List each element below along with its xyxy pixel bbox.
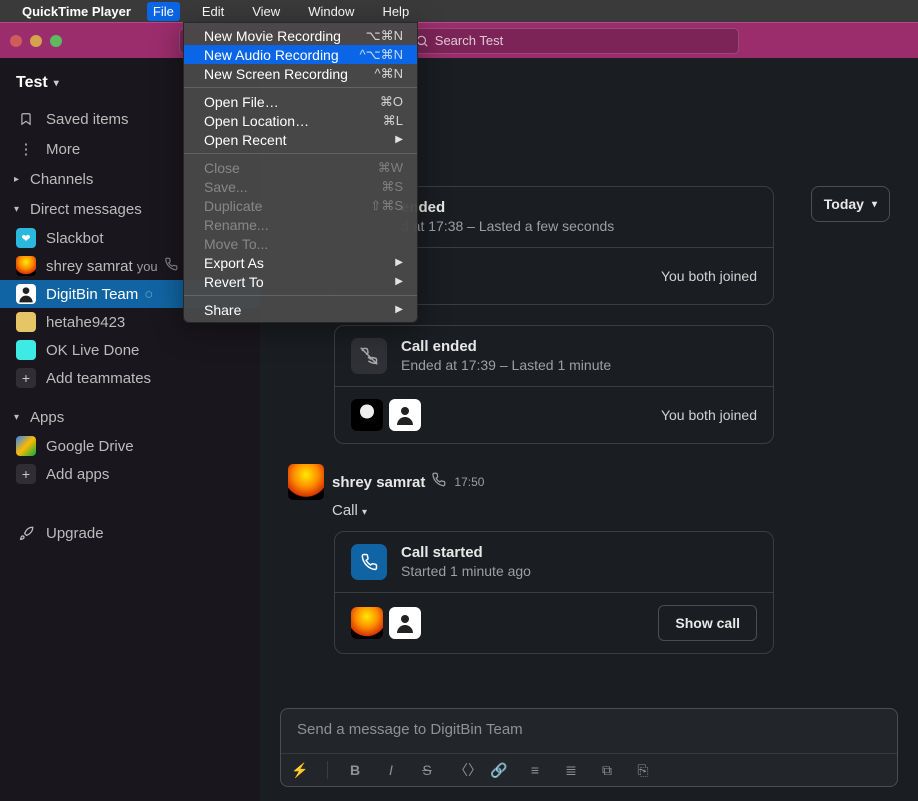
app-google-drive[interactable]: Google Drive [0,432,260,460]
call-card-active: Call started Started 1 minute ago Show c… [334,531,774,654]
chevron-down-icon: ▾ [54,78,59,89]
message-time: 17:50 [454,475,484,489]
call-card-ended: Call ended Ended at 17:39 – Lasted 1 min… [334,325,774,444]
message-author[interactable]: shrey samrat [332,474,425,491]
user-avatar [16,340,36,360]
menuitem-open-location[interactable]: Open Location…⌘L [184,111,417,130]
phone-ended-icon [351,338,387,374]
add-apps-button[interactable]: + Add apps [0,460,260,488]
user-avatar [16,256,36,276]
chevron-down-icon[interactable]: ▾ [362,507,367,518]
chevron-right-icon: ▶ [395,276,403,287]
slackbot-avatar: ❤ [16,228,36,248]
plus-icon: + [16,368,36,388]
menuitem-new-screen-recording[interactable]: New Screen Recording^⌘N [184,64,417,83]
menuitem-save: Save...⌘S [184,177,417,196]
menu-view[interactable]: View [246,2,286,21]
user-avatar [16,312,36,332]
slack-titlebar: Search Test [0,22,918,58]
menu-help[interactable]: Help [376,2,415,21]
menu-edit[interactable]: Edit [196,2,230,21]
lightning-icon[interactable]: ⚡ [291,762,309,779]
phone-icon [431,472,446,492]
menubar-appname[interactable]: QuickTime Player [22,4,131,19]
call-footer: You both joined [661,268,757,284]
user-avatar [16,284,36,304]
call-subtitle: Ended at 17:39 – Lasted 1 minute [401,357,611,373]
traffic-lights [10,35,62,47]
participant-avatar [351,607,383,639]
message-body: Call [332,502,358,519]
bold-icon[interactable]: B [346,762,364,778]
menuitem-duplicate: Duplicate⇧⌘S [184,196,417,215]
link-icon[interactable]: 🔗 [490,762,508,779]
mac-menubar: QuickTime Player File Edit View Window H… [0,0,918,22]
participant-avatar [389,399,421,431]
code-icon[interactable]: 〈〉 [454,760,472,780]
today-jump-button[interactable]: Today▾ [811,186,890,222]
bookmark-icon [16,112,36,126]
rocket-icon [16,526,36,541]
menuitem-open-recent[interactable]: Open Recent▶ [184,130,417,149]
menuitem-share[interactable]: Share▶ [184,300,417,319]
window-close-button[interactable] [10,35,22,47]
participant-avatar [351,399,383,431]
plus-icon: + [16,464,36,484]
add-teammates-button[interactable]: + Add teammates [0,364,260,392]
more-vertical-icon: ⋮ [16,140,36,158]
blockquote-icon[interactable]: ⧉ [598,762,616,779]
window-minimize-button[interactable] [30,35,42,47]
chevron-right-icon: ▶ [395,134,403,145]
call-subtitle: d at 17:38 – Lasted a few seconds [401,218,614,234]
chevron-right-icon: ▶ [395,257,403,268]
menuitem-rename: Rename... [184,215,417,234]
call-title: Call ended [401,338,611,355]
message-composer[interactable]: Send a message to DigitBin Team ⚡ B I S … [280,708,898,787]
call-footer: You both joined [661,407,757,423]
search-placeholder: Search Test [435,33,503,48]
phone-icon [164,257,178,275]
caret-down-icon: ▾ [14,412,30,423]
menuitem-move-to: Move To... [184,234,417,253]
call-title: ended [401,199,614,216]
sidebar-apps-header[interactable]: ▾ Apps [0,402,260,432]
menuitem-close: Close⌘W [184,158,417,177]
menu-file[interactable]: File [147,2,180,21]
menuitem-export-as[interactable]: Export As▶ [184,253,417,272]
chevron-right-icon: ▶ [395,304,403,315]
call-subtitle: Started 1 minute ago [401,563,531,579]
call-title: Call started [401,544,531,561]
menuitem-revert-to[interactable]: Revert To▶ [184,272,417,291]
away-icon: ○ [144,286,153,303]
dm-ok-live-done[interactable]: OK Live Done [0,336,260,364]
message-author-avatar[interactable] [288,464,324,500]
ordered-list-icon[interactable]: ≡ [526,762,544,778]
composer-toolbar: ⚡ B I S 〈〉 🔗 ≡ ≣ ⧉ ⎘ [281,753,897,786]
italic-icon[interactable]: I [382,762,400,778]
chevron-down-icon: ▾ [872,199,877,210]
menuitem-new-movie-recording[interactable]: New Movie Recording⌥⌘N [184,26,417,45]
upgrade-button[interactable]: Upgrade [0,518,260,548]
show-call-button[interactable]: Show call [658,605,757,641]
code-block-icon[interactable]: ⎘ [634,762,652,779]
file-menu-dropdown: New Movie Recording⌥⌘N New Audio Recordi… [183,22,418,323]
caret-down-icon: ▾ [14,204,30,215]
window-maximize-button[interactable] [50,35,62,47]
participant-avatar [389,607,421,639]
menuitem-open-file[interactable]: Open File…⌘O [184,92,417,111]
strikethrough-icon[interactable]: S [418,762,436,778]
menu-window[interactable]: Window [302,2,360,21]
google-drive-icon [16,436,36,456]
caret-right-icon: ▸ [14,174,30,185]
menuitem-new-audio-recording[interactable]: New Audio Recording^⌥⌘N [184,45,417,64]
bulleted-list-icon[interactable]: ≣ [562,762,580,779]
composer-input[interactable]: Send a message to DigitBin Team [281,709,897,753]
phone-icon [351,544,387,580]
